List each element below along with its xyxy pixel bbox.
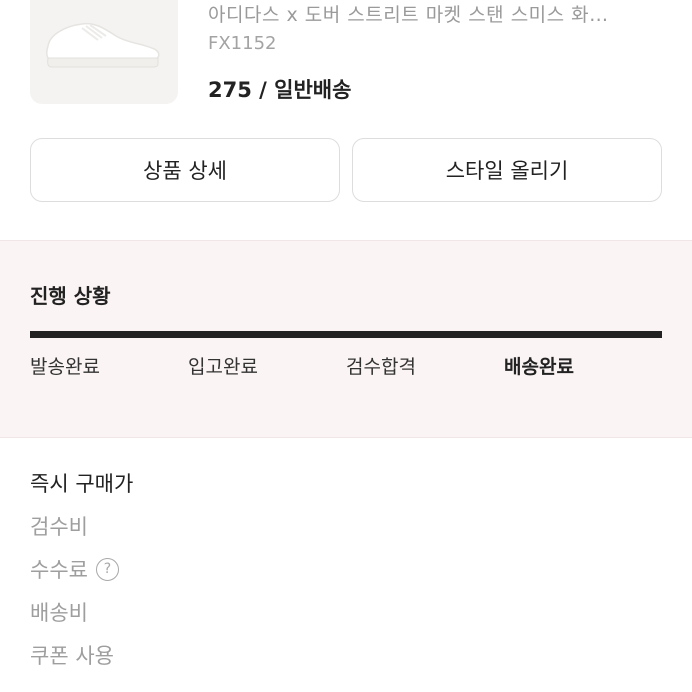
size-shipping: 275 / 일반배송 (208, 78, 352, 102)
progress-steps: 발송완료 입고완료 검수합격 배송완료 (30, 352, 662, 382)
step-delivered: 배송완료 (504, 356, 574, 378)
row-label: 쿠폰 사용 (30, 644, 114, 668)
post-style-button[interactable]: 스타일 올리기 (352, 138, 662, 202)
product-summary: 아디다스 x 도버 스트리트 마켓 스탠 스미스 화… FX1152 275 /… (0, 0, 692, 118)
product-name: 아디다스 x 도버 스트리트 마켓 스탠 스미스 화… (208, 4, 609, 26)
step-received: 입고완료 (188, 356, 258, 378)
inspection-fee-label: 검수비 (30, 511, 88, 541)
row-label: 수수료 (30, 558, 88, 582)
progress-bar (30, 331, 662, 338)
help-icon[interactable]: ? (95, 557, 119, 581)
progress-section: 진행 상황 발송완료 입고완료 검수합격 배송완료 (0, 240, 692, 438)
step-inspection-passed: 검수합격 (346, 356, 416, 378)
coupon-label: 쿠폰 사용 (30, 640, 114, 670)
progress-title: 진행 상황 (30, 284, 111, 308)
product-detail-button[interactable]: 상품 상세 (30, 138, 340, 202)
instant-buy-price-label: 즉시 구매가 (30, 468, 133, 498)
sneaker-icon (46, 22, 160, 68)
product-image[interactable] (30, 0, 178, 104)
row-label: 배송비 (30, 601, 88, 625)
row-label: 검수비 (30, 515, 88, 539)
step-shipped: 발송완료 (30, 356, 100, 378)
row-label: 즉시 구매가 (30, 472, 134, 496)
commission-label: 수수료 ? (30, 554, 119, 584)
shipping-fee-label: 배송비 (30, 597, 88, 627)
product-code: FX1152 (208, 33, 277, 54)
